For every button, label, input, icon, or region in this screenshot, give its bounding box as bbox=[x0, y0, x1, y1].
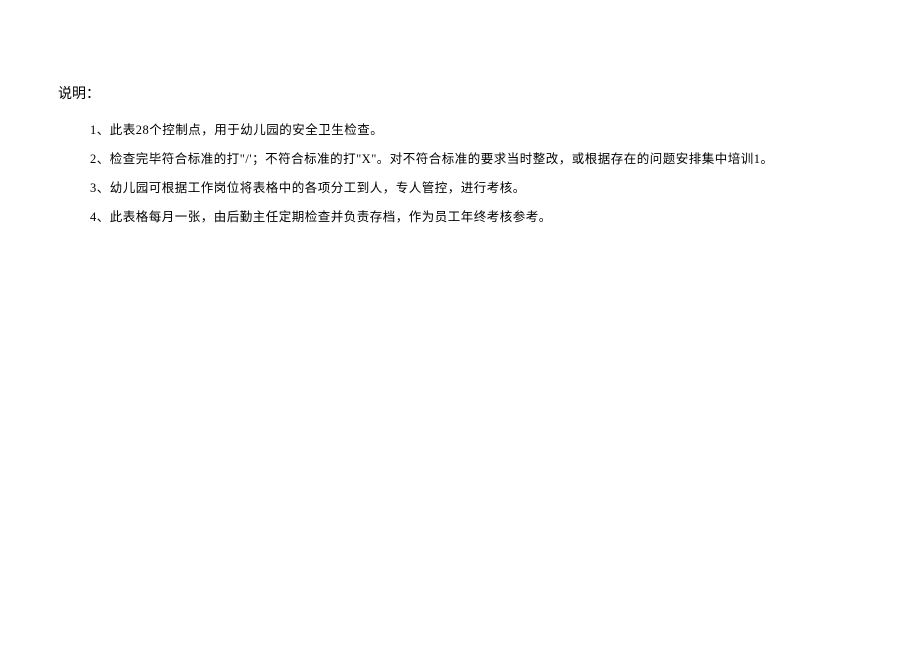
instruction-list: 1、此表28个控制点，用于幼儿园的安全卫生检查。 2、检查完毕符合标准的打"/'… bbox=[58, 120, 920, 227]
list-item: 2、检查完毕符合标准的打"/'；不符合标准的打"X"。对不符合标准的要求当时整改… bbox=[90, 149, 920, 169]
list-item: 3、幼儿园可根据工作岗位将表格中的各项分工到人，专人管控，进行考核。 bbox=[90, 178, 920, 198]
list-item: 1、此表28个控制点，用于幼儿园的安全卫生检查。 bbox=[90, 120, 920, 140]
list-item: 4、此表格每月一张，由后勤主任定期检查并负责存档，作为员工年终考核参考。 bbox=[90, 207, 920, 227]
section-title: 说明： bbox=[58, 84, 920, 106]
